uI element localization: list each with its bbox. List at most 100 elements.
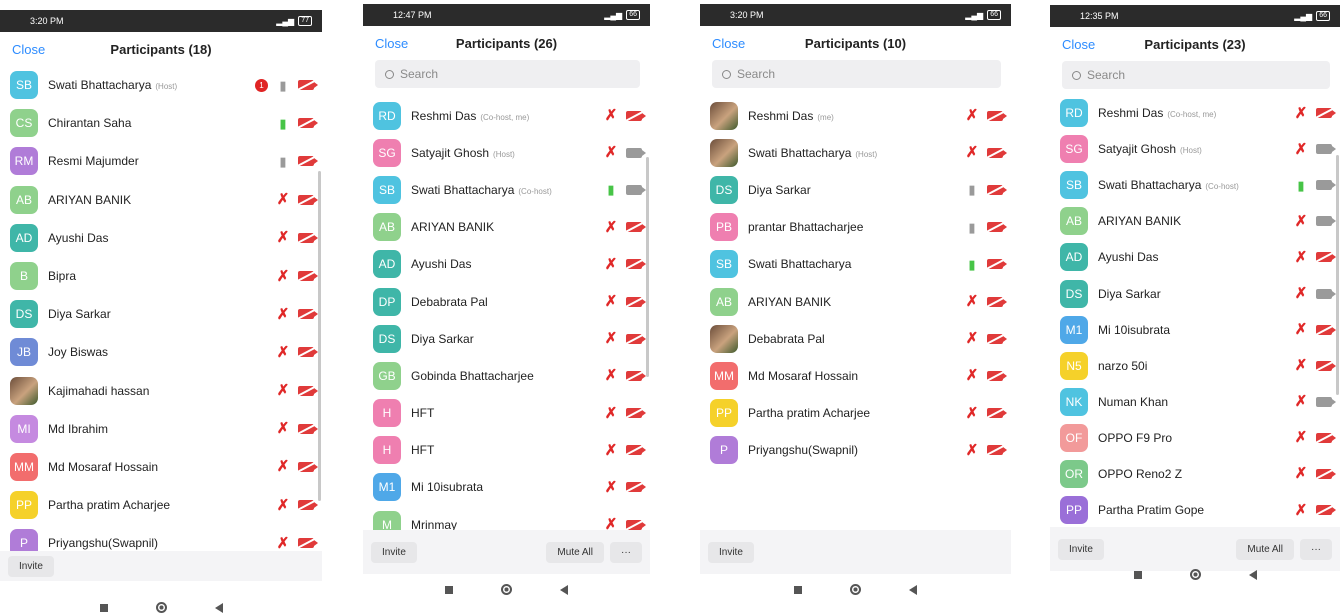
participant-row[interactable]: H HFT ✗ [363, 432, 650, 469]
participant-row[interactable]: P Priyangshu(Swapnil) ✗ [700, 432, 1011, 469]
participant-name: HFT [411, 406, 434, 420]
participant-name: Mi 10isubrata [1098, 323, 1170, 337]
more-options-button[interactable]: ··· [1300, 538, 1332, 560]
more-options-button[interactable]: ··· [610, 541, 642, 563]
phone-screen-1: 3:20 PM ▂▄▆ 77 Close Participants (18) SB Swat… [0, 10, 322, 615]
participant-row[interactable]: SG Satyajit Ghosh (Host) ✗ [1050, 131, 1340, 167]
participant-row[interactable]: DS Diya Sarkar ✗ [363, 320, 650, 357]
status-time: 12:47 PM [393, 10, 432, 20]
mic-muted-icon: ✗ [604, 441, 618, 459]
participant-row[interactable]: DS Diya Sarkar ✗ [0, 295, 322, 333]
participant-row[interactable]: AB ARIYAN BANIK ✗ [1050, 203, 1340, 239]
participant-row[interactable]: Swati Bhattacharya (Host) ✗ [700, 134, 1011, 171]
recents-icon[interactable] [794, 585, 802, 594]
participant-row[interactable]: AD Ayushi Das ✗ [1050, 239, 1340, 275]
video-off-icon [298, 271, 318, 282]
invite-button[interactable]: Invite [371, 541, 417, 563]
invite-button[interactable]: Invite [1058, 538, 1104, 560]
video-off-icon [987, 147, 1007, 158]
participant-row[interactable]: CS Chirantan Saha ▮ [0, 104, 322, 142]
close-button[interactable]: Close [12, 42, 45, 57]
avatar: M1 [1060, 315, 1088, 344]
participant-row[interactable]: N5 narzo 50i ✗ [1050, 348, 1340, 384]
participant-row[interactable]: SB Swati Bhattacharya ▮ [700, 246, 1011, 283]
participant-row[interactable]: P Priyangshu(Swapnil) ✗ [0, 524, 322, 551]
participant-name-text: Partha pratim Acharjee [748, 406, 871, 421]
avatar: M1 [373, 473, 401, 502]
participant-row[interactable]: DS Diya Sarkar ✗ [1050, 275, 1340, 311]
participant-row[interactable]: SB Swati Bhattacharya (Co-host) ▮ [363, 171, 650, 208]
participant-row[interactable]: B Bipra ✗ [0, 257, 322, 295]
participant-role: (Co-host, me) [480, 112, 530, 122]
participant-row[interactable]: M1 Mi 10isubrata ✗ [1050, 312, 1340, 348]
participant-row[interactable]: Reshmi Das (me) ✗ [700, 97, 1011, 134]
search-input[interactable]: Search [375, 60, 640, 88]
participant-row[interactable]: AD Ayushi Das ✗ [0, 219, 322, 257]
avatar: DS [373, 324, 401, 353]
search-input[interactable]: Search [712, 60, 1001, 88]
participant-row[interactable]: AD Ayushi Das ✗ [363, 246, 650, 283]
participant-row[interactable]: JB Joy Biswas ✗ [0, 333, 322, 371]
home-icon[interactable] [155, 602, 167, 613]
participant-row[interactable]: OR OPPO Reno2 Z ✗ [1050, 456, 1340, 492]
participant-row[interactable]: PP Partha Pratim Gope ✗ [1050, 492, 1340, 527]
participant-row[interactable]: M1 Mi 10isubrata ✗ [363, 469, 650, 506]
participant-row[interactable]: AB ARIYAN BANIK ✗ [363, 209, 650, 246]
participant-row[interactable]: DP Debabrata Pal ✗ [363, 283, 650, 320]
participant-row[interactable]: MI Md Ibrahim ✗ [0, 410, 322, 448]
status-time: 3:20 PM [30, 16, 64, 26]
participant-row[interactable]: PB prantar Bhattacharjee ▮ [700, 209, 1011, 246]
list-scrollbar[interactable] [318, 171, 321, 501]
participant-row[interactable]: AB ARIYAN BANIK ✗ [700, 283, 1011, 320]
back-icon[interactable] [909, 584, 917, 595]
participant-row[interactable]: Kajimahadi hassan ✗ [0, 372, 322, 410]
participant-row[interactable]: NK Numan Khan ✗ [1050, 384, 1340, 420]
close-button[interactable]: Close [1062, 37, 1095, 52]
participant-row[interactable]: MM Md Mosaraf Hossain ✗ [700, 357, 1011, 394]
home-icon[interactable] [501, 584, 512, 595]
back-icon[interactable] [560, 584, 568, 595]
back-icon[interactable] [214, 602, 223, 613]
list-scrollbar[interactable] [1336, 155, 1339, 395]
close-button[interactable]: Close [375, 36, 408, 51]
participant-row[interactable]: RM Resmi Majumder ▮ [0, 142, 322, 180]
participant-row[interactable]: PP Partha pratim Acharjee ✗ [0, 486, 322, 524]
participant-name: Chirantan Saha [48, 116, 131, 130]
participant-status-icons: ✗ [604, 480, 646, 495]
participant-name-text: Swati Bhattacharya [48, 78, 152, 93]
participant-name-text: Ayushi Das [411, 257, 472, 272]
participant-row[interactable]: OF OPPO F9 Pro ✗ [1050, 420, 1340, 456]
status-bar: 3:20 PM ▂▄▆ 77 [0, 10, 322, 32]
recents-icon[interactable] [1133, 570, 1142, 579]
participant-name-text: Numan Khan [1098, 394, 1169, 409]
list-scrollbar[interactable] [646, 157, 649, 377]
participant-name: Partha Pratim Gope [1098, 503, 1204, 517]
search-input[interactable]: Search [1062, 61, 1330, 89]
participant-row[interactable]: M Mrinmay ✗ [363, 506, 650, 530]
recents-icon[interactable] [445, 585, 453, 594]
participant-row[interactable]: SG Satyajit Ghosh (Host) ✗ [363, 134, 650, 171]
recents-icon[interactable] [99, 603, 108, 612]
home-icon[interactable] [1189, 569, 1201, 580]
participant-row[interactable]: PP Partha pratim Acharjee ✗ [700, 395, 1011, 432]
close-button[interactable]: Close [712, 36, 745, 51]
participant-row[interactable]: SB Swati Bhattacharya (Host) 1 ▮ [0, 66, 322, 104]
participant-name: Md Mosaraf Hossain [748, 369, 858, 383]
invite-button[interactable]: Invite [8, 555, 54, 577]
participant-row[interactable]: MM Md Mosaraf Hossain ✗ [0, 448, 322, 486]
participant-role: (Host) [855, 149, 878, 159]
mute-all-button[interactable]: Mute All [546, 541, 604, 563]
mute-all-button[interactable]: Mute All [1236, 538, 1294, 560]
home-icon[interactable] [850, 584, 861, 595]
back-icon[interactable] [1248, 569, 1257, 580]
invite-button[interactable]: Invite [708, 541, 754, 563]
participant-row[interactable]: DS Diya Sarkar ▮ [700, 171, 1011, 208]
participant-row[interactable]: Debabrata Pal ✗ [700, 320, 1011, 357]
participant-row[interactable]: AB ARIYAN BANIK ✗ [0, 181, 322, 219]
participant-row[interactable]: H HFT ✗ [363, 395, 650, 432]
participant-row[interactable]: RD Reshmi Das (Co-host, me) ✗ [363, 97, 650, 134]
participant-row[interactable]: SB Swati Bhattacharya (Co-host) ▮ [1050, 167, 1340, 203]
mic-muted-icon: ✗ [604, 293, 618, 311]
participant-row[interactable]: GB Gobinda Bhattacharjee ✗ [363, 357, 650, 394]
participant-row[interactable]: RD Reshmi Das (Co-host, me) ✗ [1050, 95, 1340, 131]
